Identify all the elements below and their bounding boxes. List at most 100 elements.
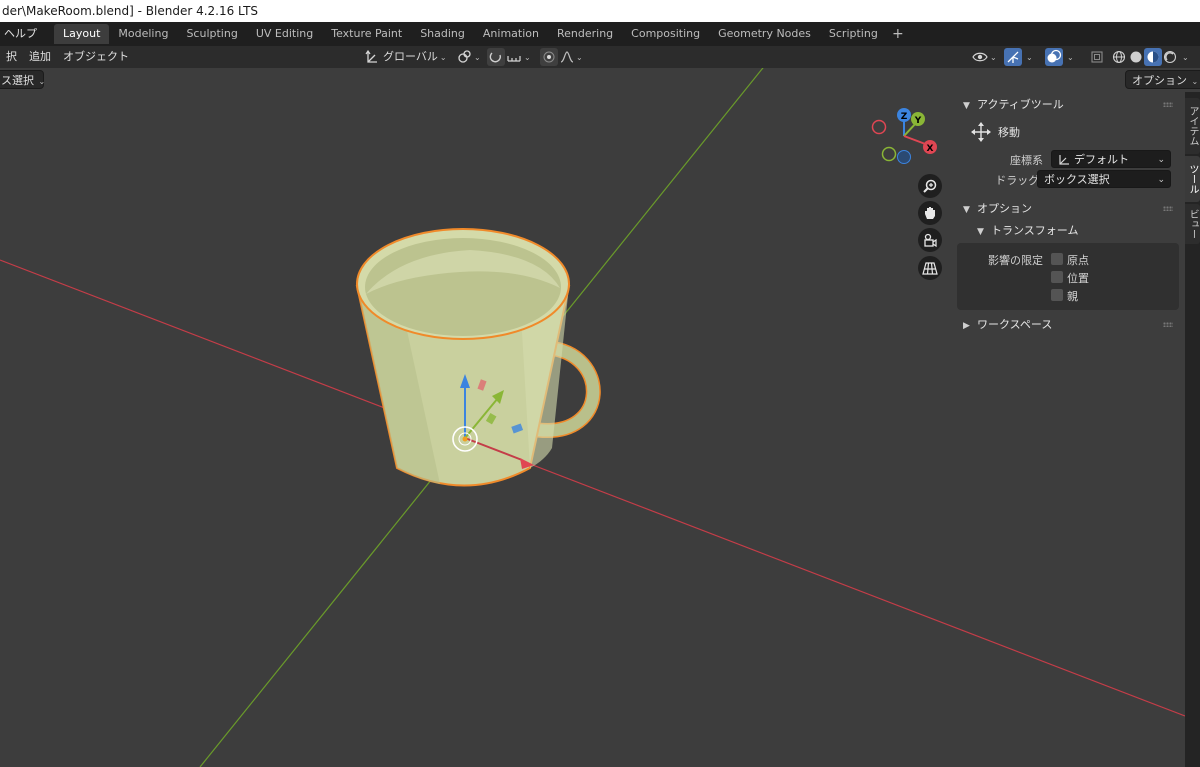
wireframe-sphere-icon xyxy=(1112,50,1126,64)
transform-subpanel-header[interactable]: ▼ トランスフォーム xyxy=(957,220,1179,242)
chevron-down-icon: ⌄ xyxy=(474,53,481,62)
perspective-toggle-button[interactable] xyxy=(918,256,942,280)
shading-rendered-button[interactable] xyxy=(1161,48,1179,66)
pan-button[interactable] xyxy=(918,201,942,225)
tab-rendering[interactable]: Rendering xyxy=(548,24,622,44)
chevron-down-icon: ⌄ xyxy=(1157,155,1165,165)
tab-scripting[interactable]: Scripting xyxy=(820,24,887,44)
options-panel-header[interactable]: ▼ オプション xyxy=(957,198,1179,220)
magnet-icon xyxy=(489,52,502,63)
shading-solid-button[interactable] xyxy=(1127,48,1145,66)
chevron-down-icon: ⌄ xyxy=(439,53,447,62)
grid-perspective-icon xyxy=(922,262,938,275)
workspace-title: ワークスペース xyxy=(977,318,1053,331)
affect-locations-checkbox[interactable] xyxy=(1051,271,1063,283)
tab-uv-editing[interactable]: UV Editing xyxy=(247,24,322,44)
viewport-menus: 択 追加 オブジェクト xyxy=(0,46,135,68)
chevron-down-icon: ⌄ xyxy=(1182,53,1189,62)
pivot-point-dropdown[interactable]: ⌄ xyxy=(456,48,482,66)
chevron-down-icon: ⌄ xyxy=(990,53,997,62)
drag-handle-icon[interactable] xyxy=(1163,206,1173,211)
material-sphere-icon xyxy=(1147,51,1159,63)
sidebar-tab-view[interactable]: ビュー xyxy=(1185,204,1200,244)
drag-handle-icon[interactable] xyxy=(1163,322,1173,327)
help-menu[interactable]: ヘルプ xyxy=(0,25,41,43)
camera-view-button[interactable] xyxy=(918,228,942,252)
proportional-falloff-dropdown[interactable]: ⌄ xyxy=(560,48,586,66)
tab-sculpting[interactable]: Sculpting xyxy=(177,24,246,44)
workspace-panel-header[interactable]: ▶ ワークスペース xyxy=(957,314,1179,336)
zoom-icon xyxy=(923,179,937,193)
drag-value: ボックス選択 xyxy=(1044,173,1110,186)
menu-add[interactable]: 追加 xyxy=(23,46,57,68)
xray-icon xyxy=(1091,51,1103,63)
chevron-down-icon: ⌄ xyxy=(576,53,583,62)
menu-object[interactable]: オブジェクト xyxy=(57,46,135,68)
overlays-toggle[interactable] xyxy=(1045,48,1063,66)
snap-toggle[interactable] xyxy=(487,48,505,66)
snap-increment-icon xyxy=(507,56,521,62)
workspace-tabs: Layout Modeling Sculpting UV Editing Tex… xyxy=(54,24,909,46)
select-mode-value: ス選択 xyxy=(1,74,34,87)
chevron-down-icon: ⌄ xyxy=(1067,53,1074,62)
tab-texture-paint[interactable]: Texture Paint xyxy=(322,24,411,44)
proportional-editing-toggle[interactable] xyxy=(540,48,558,66)
hand-icon xyxy=(925,207,935,219)
gizmo-toggle[interactable] xyxy=(1004,48,1022,66)
menu-select[interactable]: 択 xyxy=(0,46,23,68)
options-title: オプション xyxy=(977,202,1032,215)
transform-orientation-icon xyxy=(1059,155,1069,165)
snap-target-dropdown[interactable]: ⌄ xyxy=(506,48,534,66)
tab-layout[interactable]: Layout xyxy=(54,24,110,44)
sidebar-tab-item[interactable]: アイテム xyxy=(1185,98,1200,154)
options-dropdown[interactable]: オプション ⌄ xyxy=(1125,70,1200,89)
chevron-down-icon: ⌄ xyxy=(36,77,46,86)
shading-dropdown[interactable]: ⌄ xyxy=(1180,48,1194,66)
select-mode-dropdown[interactable]: ス選択 ⌄ xyxy=(0,70,46,89)
active-tool-panel-header[interactable]: ▼ アクティブツール xyxy=(957,94,1179,116)
tab-modeling[interactable]: Modeling xyxy=(109,24,177,44)
workspace-tab-bar: ヘルプ Layout Modeling Sculpting UV Editing… xyxy=(0,22,1200,46)
proportional-editing-icon xyxy=(543,51,555,63)
shading-material-preview-button[interactable] xyxy=(1144,48,1162,66)
affect-origins-label: 原点 xyxy=(1067,254,1089,267)
drag-dropdown[interactable]: ボックス選択 ⌄ xyxy=(1037,170,1171,188)
tab-shading[interactable]: Shading xyxy=(411,24,474,44)
affect-parents-checkbox[interactable] xyxy=(1051,289,1063,301)
tab-animation[interactable]: Animation xyxy=(474,24,548,44)
zoom-button[interactable] xyxy=(918,174,942,198)
neg-x-handle[interactable] xyxy=(871,119,887,135)
sidebar-panel: ▼ アクティブツール 移動 座標系 デフォルト ⌄ ドラッグ: ボックス選択 ⌄ … xyxy=(957,94,1179,339)
chevron-down-icon: ⌄ xyxy=(1157,175,1165,185)
tab-compositing[interactable]: Compositing xyxy=(622,24,709,44)
transform-orientation-icon xyxy=(365,49,377,63)
viewport-tool-header: ス選択 ⌄ オプション ⌄ xyxy=(0,68,1200,92)
orientation-gizmo[interactable]: Z Y X xyxy=(871,108,938,164)
affect-origins-checkbox[interactable] xyxy=(1051,253,1063,265)
coord-system-value: デフォルト xyxy=(1074,153,1129,166)
shading-wireframe-button[interactable] xyxy=(1110,48,1128,66)
neg-y-handle[interactable] xyxy=(881,146,897,162)
chevron-right-icon: ▶ xyxy=(963,321,970,331)
affect-parents-label: 親 xyxy=(1067,290,1078,303)
transform-orientation-dropdown[interactable]: グローバル ⌄ xyxy=(365,48,449,66)
y-axis-label: Y xyxy=(914,116,922,126)
gizmo-dropdown[interactable]: ⌄ xyxy=(1024,48,1038,66)
chevron-down-icon: ⌄ xyxy=(524,53,531,62)
visibility-dropdown[interactable]: ⌄ xyxy=(972,48,1000,66)
drag-handle-icon[interactable] xyxy=(1163,102,1173,107)
camera-icon xyxy=(924,233,937,248)
tab-geometry-nodes[interactable]: Geometry Nodes xyxy=(709,24,820,44)
xray-toggle[interactable] xyxy=(1088,48,1106,66)
sidebar-tab-tool[interactable]: ツール xyxy=(1185,156,1200,202)
neg-z-handle[interactable] xyxy=(897,150,911,164)
solid-sphere-icon xyxy=(1130,51,1142,63)
z-axis-label: Z xyxy=(901,112,908,122)
active-tool-title: アクティブツール xyxy=(977,98,1064,111)
add-workspace-button[interactable]: + xyxy=(887,24,909,46)
window-title: der\MakeRoom.blend] - Blender 4.2.16 LTS xyxy=(2,4,259,18)
transform-subpanel-body: 影響の限定 原点 位置 親 xyxy=(957,243,1179,310)
mug-object[interactable] xyxy=(355,228,601,487)
overlays-dropdown[interactable]: ⌄ xyxy=(1065,48,1079,66)
coord-system-dropdown[interactable]: デフォルト ⌄ xyxy=(1051,150,1171,168)
